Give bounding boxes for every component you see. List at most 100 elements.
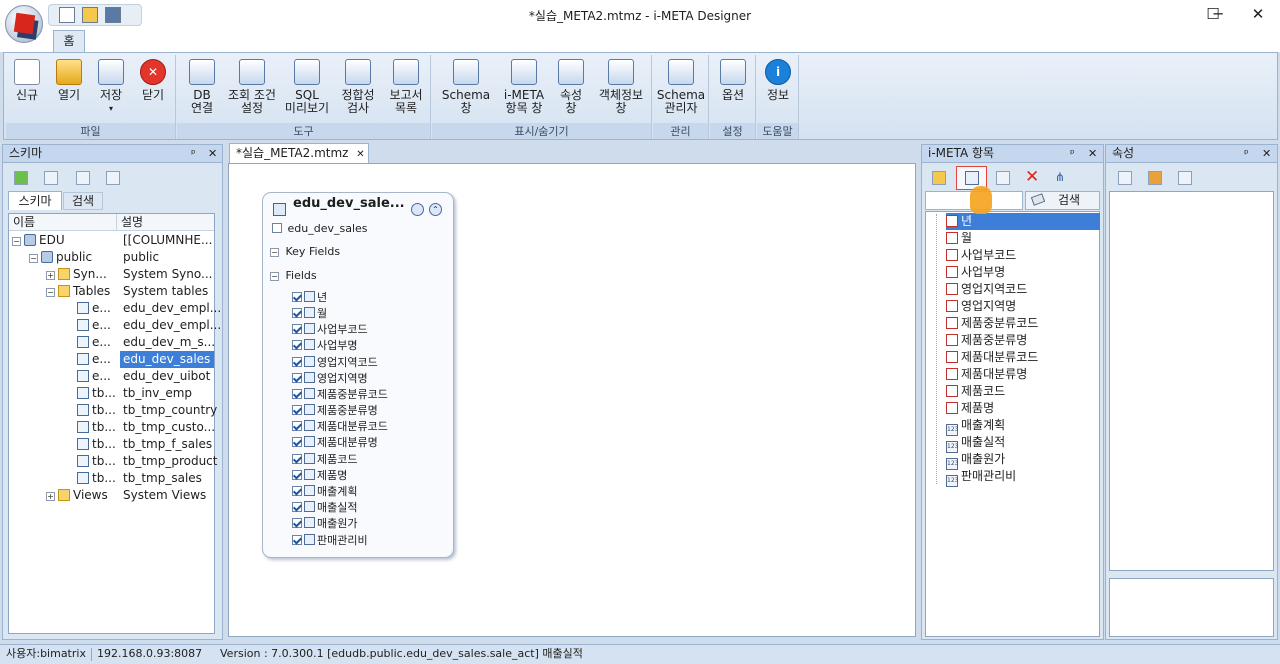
property-grid[interactable] — [1109, 191, 1274, 571]
field-row[interactable]: 제품명 — [292, 468, 347, 484]
field-checkbox[interactable] — [292, 502, 302, 512]
field-checkbox[interactable] — [292, 324, 302, 334]
sort-icon[interactable] — [1148, 171, 1162, 185]
validate-button[interactable]: 정합성 검사 — [335, 59, 381, 115]
report-list-button[interactable]: 보고서 목록 — [383, 59, 429, 115]
app-menu-button[interactable] — [5, 5, 43, 43]
field-row[interactable]: 제품코드 — [292, 452, 357, 468]
list-item[interactable]: 영업지역명 — [946, 298, 1016, 315]
field-row[interactable]: 매출실적 — [292, 500, 357, 516]
edit-item-icon[interactable] — [996, 171, 1010, 185]
collapse-icon[interactable]: ⌃ — [429, 203, 442, 216]
grid-icon[interactable] — [44, 171, 58, 185]
tab-schema[interactable]: 스키마 — [8, 191, 62, 210]
tree-row[interactable]: + Syn... — [46, 266, 107, 283]
tree-row[interactable]: tb... — [77, 470, 116, 487]
column-header-desc[interactable]: 설명 — [117, 214, 214, 231]
field-checkbox[interactable] — [292, 421, 302, 431]
field-checkbox[interactable] — [292, 357, 302, 367]
select-all-checkbox[interactable] — [272, 223, 282, 233]
field-checkbox[interactable] — [292, 340, 302, 350]
column-header-name[interactable]: 이름 — [9, 214, 117, 231]
list-item[interactable]: 제품코드 — [946, 383, 1005, 400]
query-condition-button[interactable]: 조회 조건 설정 — [225, 59, 279, 115]
delete-item-icon[interactable]: ✕ — [1025, 168, 1039, 186]
close-button[interactable]: ✕ — [1236, 2, 1280, 26]
tree-row[interactable]: e... — [77, 368, 111, 385]
field-row[interactable]: 제품중분류코드 — [292, 387, 388, 403]
fields-section[interactable]: − Fields — [270, 269, 317, 282]
pin-icon[interactable]: ᵖ — [191, 145, 196, 162]
field-checkbox[interactable] — [292, 405, 302, 415]
field-checkbox[interactable] — [292, 437, 302, 447]
list-item-selected[interactable]: 년 — [946, 213, 1100, 230]
list-item[interactable]: 제품대분류명 — [946, 366, 1027, 383]
properties-window-button[interactable]: 속성 창 — [552, 59, 590, 115]
list-item[interactable]: 사업부코드 — [946, 247, 1016, 264]
hierarchy-icon[interactable]: ⋔ — [1055, 171, 1069, 185]
tree-row[interactable]: e... — [77, 334, 111, 351]
field-row[interactable]: 판매관리비 — [292, 533, 368, 549]
close-icon[interactable]: ✕ — [1088, 145, 1097, 162]
field-row[interactable]: 제품대분류명 — [292, 435, 378, 451]
field-row[interactable]: 매출원가 — [292, 516, 357, 532]
list-item[interactable]: 영업지역코드 — [946, 281, 1027, 298]
tree-row[interactable]: e... — [77, 300, 111, 317]
tab-home[interactable]: 홈 — [53, 30, 85, 52]
field-row[interactable]: 매출계획 — [292, 484, 357, 500]
list-item[interactable]: 제품중분류코드 — [946, 315, 1038, 332]
field-checkbox[interactable] — [292, 486, 302, 496]
field-row[interactable]: 제품대분류코드 — [292, 419, 388, 435]
field-checkbox[interactable] — [292, 308, 302, 318]
close-icon[interactable]: ✕ — [1262, 145, 1271, 162]
tree-row[interactable]: − public — [29, 249, 92, 266]
list-item[interactable]: 123 매출원가 — [946, 451, 1005, 470]
tree-row[interactable]: tb... — [77, 402, 116, 419]
field-checkbox[interactable] — [292, 535, 302, 545]
about-button[interactable]: i 정보 — [759, 59, 797, 102]
object-info-window-button[interactable]: 객체정보 창 — [592, 59, 650, 115]
field-row[interactable]: 사업부코드 — [292, 322, 368, 338]
list-item[interactable]: 제품명 — [946, 400, 994, 417]
field-checkbox[interactable] — [292, 292, 302, 302]
key-fields-section[interactable]: − Key Fields — [270, 245, 340, 258]
tab-close-icon[interactable]: ✕ — [356, 149, 364, 160]
categorized-icon[interactable] — [1118, 171, 1132, 185]
open-folder-icon[interactable] — [932, 171, 946, 185]
imeta-items-window-button[interactable]: i-META 항목 창 — [496, 59, 552, 115]
edit-icon[interactable] — [76, 171, 90, 185]
refresh-icon[interactable] — [14, 171, 28, 185]
field-row[interactable]: 제품중분류명 — [292, 403, 378, 419]
field-checkbox[interactable] — [292, 389, 302, 399]
field-checkbox[interactable] — [292, 518, 302, 528]
document-tab[interactable]: *실습_META2.mtmz ✕ — [229, 143, 369, 163]
tree-row[interactable]: + Views — [46, 487, 108, 504]
close-doc-button[interactable]: ✕ 닫기 — [134, 59, 172, 102]
tree-row[interactable]: − Tables — [46, 283, 110, 300]
field-row[interactable]: 영업지역명 — [292, 371, 368, 387]
tree-row[interactable]: tb... — [77, 453, 116, 470]
schema-window-button[interactable]: Schema 창 — [438, 59, 494, 115]
pin-icon[interactable]: ᵖ — [1244, 145, 1249, 162]
save-button[interactable]: 저장 ▾ — [92, 59, 130, 115]
field-checkbox[interactable] — [292, 373, 302, 383]
tree-row[interactable]: − EDU — [12, 232, 65, 249]
field-row[interactable]: 영업지역코드 — [292, 355, 378, 371]
list-item[interactable]: 사업부명 — [946, 264, 1005, 281]
tree-row[interactable]: tb... — [77, 385, 116, 402]
field-row[interactable]: 월 — [292, 306, 327, 322]
field-row[interactable]: 사업부명 — [292, 338, 357, 354]
property-pages-icon[interactable] — [1178, 171, 1192, 185]
list-item[interactable]: 123 매출실적 — [946, 434, 1005, 453]
filter-icon[interactable] — [411, 203, 424, 216]
delete-icon[interactable] — [106, 171, 120, 185]
maximize-button[interactable]: ☐ — [1191, 2, 1235, 26]
entity-box[interactable]: edu_dev_sale... ⌃ edu_dev_sales − Key Fi… — [262, 192, 454, 558]
tree-row[interactable]: tb... — [77, 436, 116, 453]
schema-manager-button[interactable]: Schema 관리자 — [655, 59, 707, 115]
tree-row[interactable]: tb... — [77, 419, 116, 436]
field-checkbox[interactable] — [292, 454, 302, 464]
open-button[interactable]: 열기 — [50, 59, 88, 102]
options-button[interactable]: 옵션 — [714, 59, 752, 102]
sql-preview-button[interactable]: SQL 미리보기 — [281, 59, 333, 115]
